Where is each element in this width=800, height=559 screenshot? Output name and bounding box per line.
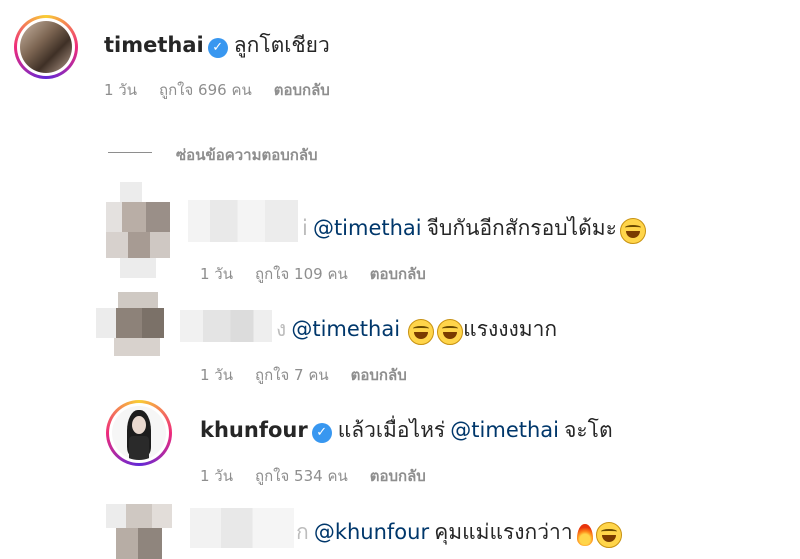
reply-button[interactable]: ตอบกลับ (351, 366, 407, 384)
username-blurred-2[interactable] (180, 310, 272, 342)
reply-button[interactable]: ตอบกลับ (370, 265, 426, 283)
username-khunfour[interactable]: khunfour (200, 418, 308, 442)
avatar-photo (112, 406, 166, 460)
reply-1-meta: 1 วัน ถูกใจ 109 คน ตอบกลับ (200, 262, 448, 286)
avatar-khunfour[interactable] (106, 400, 172, 466)
comment-time: 1 วัน (200, 265, 233, 283)
avatar-timethai[interactable] (14, 15, 78, 79)
reply-2-text: ง @timethai แรงงงมาก (276, 313, 557, 346)
comment-text: แรงงงมาก (463, 317, 558, 341)
comment-text: ลูกโตเชียว (233, 33, 330, 57)
reply-3-meta: 1 วัน ถูกใจ 534 คน ตอบกลับ (200, 464, 448, 488)
laughing-emoji-icon (595, 521, 622, 548)
username-fragment: ง (276, 317, 287, 341)
hide-replies-button[interactable]: ซ่อนข้อความตอบกลับ (176, 143, 318, 167)
reply-3-text: khunfour ✓ แล้วเมื่อไหร่ @timethai จะโต (200, 414, 613, 447)
reply-1-text: i @timethai จีบกันอีกสักรอบได้มะ (302, 212, 646, 245)
hide-replies-divider (108, 152, 152, 153)
like-count[interactable]: ถูกใจ 534 คน (255, 467, 348, 485)
reply-2-meta: 1 วัน ถูกใจ 7 คน ตอบกลับ (200, 363, 429, 387)
comment-time: 1 วัน (104, 81, 137, 99)
comment-text: จีบกันอีกสักรอบได้มะ (426, 216, 617, 240)
username-blurred-4[interactable] (190, 508, 294, 548)
mention-khunfour[interactable]: @khunfour (314, 520, 429, 544)
comment-time: 1 วัน (200, 467, 233, 485)
username-fragment: ก (296, 520, 309, 544)
comment-time: 1 วัน (200, 366, 233, 384)
like-count[interactable]: ถูกใจ 7 คน (255, 366, 329, 384)
username-fragment: i (302, 216, 308, 240)
mention-timethai[interactable]: @timethai (450, 418, 559, 442)
laughing-emoji-icon (408, 318, 435, 345)
username-timethai[interactable]: timethai (104, 33, 204, 57)
avatar-blurred-2[interactable] (96, 292, 166, 358)
avatar-blurred-4[interactable] (106, 504, 172, 559)
verified-badge-icon: ✓ (311, 422, 332, 443)
comment-header-timethai: timethai ✓ ลูกโตเชียว (104, 29, 330, 62)
avatar-photo (20, 21, 72, 73)
laughing-emoji-icon (619, 217, 646, 244)
avatar-blurred-1[interactable] (106, 182, 170, 280)
username-blurred-1[interactable] (188, 200, 298, 242)
fire-emoji-icon (576, 523, 593, 546)
mention-timethai[interactable]: @timethai (291, 317, 400, 341)
comment-text: แล้วเมื่อไหร่ (337, 418, 446, 442)
comment-meta: 1 วัน ถูกใจ 696 คน ตอบกลับ (104, 78, 352, 102)
mention-timethai[interactable]: @timethai (313, 216, 422, 240)
like-count[interactable]: ถูกใจ 109 คน (255, 265, 348, 283)
comment-text: คุมแม่แรงกว่าา (434, 520, 573, 544)
reply-button[interactable]: ตอบกลับ (274, 81, 330, 99)
like-count[interactable]: ถูกใจ 696 คน (159, 81, 252, 99)
reply-4-text: ก @khunfour คุมแม่แรงกว่าา (296, 516, 622, 549)
laughing-emoji-icon (437, 318, 464, 345)
comment-text-2: จะโต (564, 418, 613, 442)
verified-badge-icon: ✓ (207, 37, 228, 58)
reply-button[interactable]: ตอบกลับ (370, 467, 426, 485)
